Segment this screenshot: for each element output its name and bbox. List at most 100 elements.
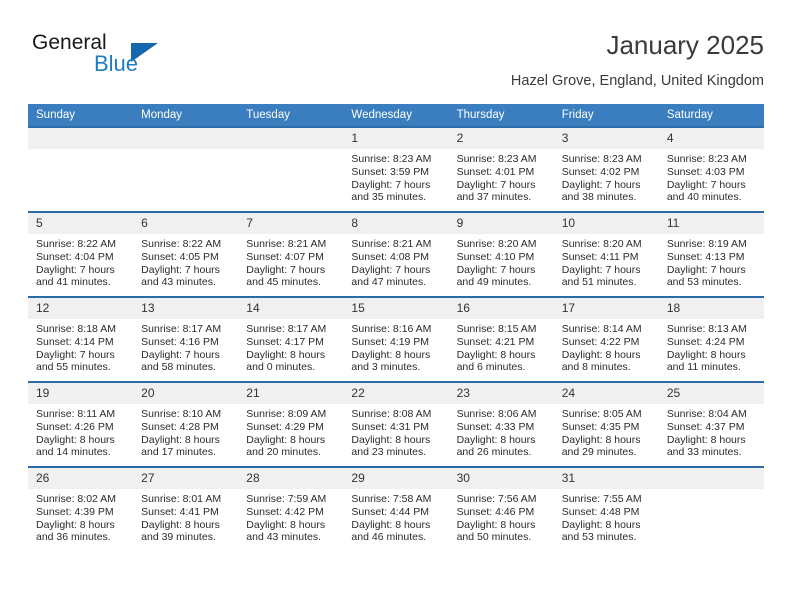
day-info: Sunrise: 8:11 AM Sunset: 4:26 PM Daylight:… bbox=[28, 404, 133, 459]
calendar-day-cell[interactable]: 24 Sunrise: 8:05 AM Sunset: 4:35 PM Dayligh… bbox=[553, 381, 659, 467]
day-info: Sunrise: 8:19 AM Sunset: 4:13 PM Daylight:… bbox=[659, 234, 764, 289]
daylight-text-line1: Daylight: 8 hours bbox=[351, 433, 431, 446]
calendar-day-cell[interactable]: 15 Sunrise: 8:16 AM Sunset: 4:19 PM Dayligh… bbox=[343, 296, 449, 382]
daylight-text-line2: and 46 minutes. bbox=[351, 531, 427, 544]
daylight-text-line2: and 55 minutes. bbox=[36, 361, 111, 374]
daylight-text-line1: Daylight: 8 hours bbox=[246, 433, 326, 446]
calendar-day-cell[interactable]: 29 Sunrise: 7:58 AM Sunset: 4:44 PM Dayligh… bbox=[343, 466, 449, 551]
day-number: 21 bbox=[238, 383, 344, 404]
sunrise-text: Sunrise: 8:06 AM bbox=[456, 408, 537, 420]
daylight-text-line2: and 53 minutes. bbox=[561, 531, 637, 544]
sunset-text: Sunset: 4:39 PM bbox=[36, 505, 114, 518]
daylight-text-line2: and 14 minutes. bbox=[36, 446, 111, 459]
sunset-text: Sunset: 4:33 PM bbox=[456, 420, 535, 433]
calendar-day-cell[interactable]: 28 Sunrise: 7:59 AM Sunset: 4:42 PM Dayligh… bbox=[238, 466, 344, 551]
daylight-text-line2: and 26 minutes. bbox=[456, 446, 532, 459]
calendar-day-cell[interactable]: 17 Sunrise: 8:14 AM Sunset: 4:22 PM Dayligh… bbox=[553, 296, 659, 382]
calendar-page: General Blue January 2025 Hazel Grove, E… bbox=[0, 0, 792, 612]
day-number: 1 bbox=[343, 128, 449, 149]
day-number bbox=[28, 128, 134, 149]
calendar-day-cell-empty bbox=[28, 126, 134, 212]
calendar-day-cell[interactable]: 11 Sunrise: 8:19 AM Sunset: 4:13 PM Dayligh… bbox=[658, 211, 764, 297]
calendar-header-row: Sunday Monday Tuesday Wednesday Thursday… bbox=[28, 104, 764, 127]
day-number: 18 bbox=[658, 298, 764, 319]
day-number: 14 bbox=[238, 298, 344, 319]
sunrise-text: Sunrise: 8:09 AM bbox=[246, 408, 327, 420]
calendar-day-cell[interactable]: 21 Sunrise: 8:09 AM Sunset: 4:29 PM Dayligh… bbox=[238, 381, 344, 467]
daylight-text-line1: Daylight: 8 hours bbox=[666, 433, 746, 446]
day-info: Sunrise: 8:01 AM Sunset: 4:41 PM Daylight:… bbox=[133, 489, 238, 544]
day-number: 27 bbox=[133, 468, 239, 489]
calendar-day-cell[interactable]: 12 Sunrise: 8:18 AM Sunset: 4:14 PM Dayligh… bbox=[28, 296, 134, 382]
day-number: 20 bbox=[133, 383, 239, 404]
day-info: Sunrise: 8:21 AM Sunset: 4:08 PM Daylight:… bbox=[343, 234, 448, 289]
day-info: Sunrise: 8:05 AM Sunset: 4:35 PM Daylight:… bbox=[554, 404, 659, 459]
weekday-header-friday: Friday bbox=[553, 104, 659, 127]
calendar-day-cell[interactable]: 13 Sunrise: 8:17 AM Sunset: 4:16 PM Dayligh… bbox=[133, 296, 239, 382]
day-number: 4 bbox=[658, 128, 764, 149]
calendar-day-cell[interactable]: 22 Sunrise: 8:08 AM Sunset: 4:31 PM Dayligh… bbox=[343, 381, 449, 467]
day-number: 6 bbox=[133, 213, 239, 234]
weekday-header-wednesday: Wednesday bbox=[343, 104, 449, 127]
sunrise-text: Sunrise: 8:01 AM bbox=[141, 493, 222, 505]
sunrise-text: Sunrise: 8:23 AM bbox=[666, 153, 747, 165]
daylight-text-line1: Daylight: 7 hours bbox=[666, 263, 746, 276]
calendar-day-cell[interactable]: 6 Sunrise: 8:22 AM Sunset: 4:05 PM Daylight… bbox=[133, 211, 239, 297]
sunrise-text: Sunrise: 8:10 AM bbox=[141, 408, 222, 420]
calendar-day-cell[interactable]: 30 Sunrise: 7:56 AM Sunset: 4:46 PM Dayligh… bbox=[448, 466, 554, 551]
sunset-text: Sunset: 4:29 PM bbox=[246, 420, 324, 433]
calendar-day-cell[interactable]: 14 Sunrise: 8:17 AM Sunset: 4:17 PM Dayligh… bbox=[238, 296, 344, 382]
daylight-text-line1: Daylight: 8 hours bbox=[456, 348, 536, 361]
day-number: 26 bbox=[28, 468, 134, 489]
day-info: Sunrise: 7:55 AM Sunset: 4:48 PM Daylight:… bbox=[554, 489, 659, 544]
calendar-day-cell[interactable]: 8 Sunrise: 8:21 AM Sunset: 4:08 PM Daylight… bbox=[343, 211, 449, 297]
calendar-day-cell[interactable]: 20 Sunrise: 8:10 AM Sunset: 4:28 PM Dayligh… bbox=[133, 381, 239, 467]
calendar-day-cell[interactable]: 25 Sunrise: 8:04 AM Sunset: 4:37 PM Dayligh… bbox=[658, 381, 764, 467]
calendar-day-cell[interactable]: 5 Sunrise: 8:22 AM Sunset: 4:04 PM Daylight… bbox=[28, 211, 134, 297]
day-number: 7 bbox=[238, 213, 344, 234]
logo-text-blue: Blue bbox=[94, 51, 139, 76]
day-info: Sunrise: 8:08 AM Sunset: 4:31 PM Daylight:… bbox=[343, 404, 448, 459]
sunrise-text: Sunrise: 7:56 AM bbox=[456, 493, 537, 505]
sunset-text: Sunset: 4:37 PM bbox=[666, 420, 745, 433]
calendar-day-cell[interactable]: 10 Sunrise: 8:20 AM Sunset: 4:11 PM Dayligh… bbox=[553, 211, 659, 297]
calendar-day-cell[interactable]: 23 Sunrise: 8:06 AM Sunset: 4:33 PM Dayligh… bbox=[448, 381, 554, 467]
sunset-text: Sunset: 4:04 PM bbox=[36, 250, 114, 263]
day-number: 28 bbox=[238, 468, 344, 489]
daylight-text-line1: Daylight: 7 hours bbox=[141, 348, 220, 361]
calendar-day-cell[interactable]: 27 Sunrise: 8:01 AM Sunset: 4:41 PM Dayligh… bbox=[133, 466, 239, 551]
calendar-day-cell[interactable]: 19 Sunrise: 8:11 AM Sunset: 4:26 PM Dayligh… bbox=[28, 381, 134, 467]
calendar-day-cell[interactable]: 1 Sunrise: 8:23 AM Sunset: 3:59 PM Daylight… bbox=[343, 126, 449, 212]
calendar-day-cell-empty bbox=[133, 126, 239, 212]
day-info: Sunrise: 8:21 AM Sunset: 4:07 PM Daylight:… bbox=[238, 234, 343, 289]
day-info: Sunrise: 8:16 AM Sunset: 4:19 PM Daylight:… bbox=[343, 319, 448, 374]
daylight-text-line1: Daylight: 7 hours bbox=[561, 263, 641, 276]
calendar-day-cell[interactable]: 16 Sunrise: 8:15 AM Sunset: 4:21 PM Dayligh… bbox=[448, 296, 554, 382]
calendar-day-cell[interactable]: 18 Sunrise: 8:13 AM Sunset: 4:24 PM Dayligh… bbox=[658, 296, 764, 382]
daylight-text-line1: Daylight: 8 hours bbox=[666, 348, 746, 361]
sunrise-text: Sunrise: 8:17 AM bbox=[246, 323, 327, 335]
daylight-text-line2: and 17 minutes. bbox=[141, 446, 216, 459]
daylight-text-line1: Daylight: 7 hours bbox=[351, 263, 431, 276]
calendar-day-cell[interactable]: 7 Sunrise: 8:21 AM Sunset: 4:07 PM Daylight… bbox=[238, 211, 344, 297]
sunset-text: Sunset: 4:41 PM bbox=[141, 505, 219, 518]
day-info: Sunrise: 8:06 AM Sunset: 4:33 PM Daylight:… bbox=[449, 404, 554, 459]
calendar-table: Sunday Monday Tuesday Wednesday Thursday… bbox=[28, 104, 764, 551]
sunset-text: Sunset: 4:26 PM bbox=[36, 420, 114, 433]
title-block: January 2025 Hazel Grove, England, Unite… bbox=[244, 28, 764, 92]
calendar-day-cell[interactable]: 9 Sunrise: 8:20 AM Sunset: 4:10 PM Daylight… bbox=[448, 211, 554, 297]
calendar-day-cell[interactable]: 26 Sunrise: 8:02 AM Sunset: 4:39 PM Dayligh… bbox=[28, 466, 134, 551]
sunrise-text: Sunrise: 8:16 AM bbox=[351, 323, 432, 335]
daylight-text-line2: and 41 minutes. bbox=[36, 276, 111, 289]
day-number: 22 bbox=[343, 383, 449, 404]
calendar-day-cell[interactable]: 2 Sunrise: 8:23 AM Sunset: 4:01 PM Daylight… bbox=[448, 126, 554, 212]
calendar-day-cell[interactable]: 4 Sunrise: 8:23 AM Sunset: 4:03 PM Daylight… bbox=[658, 126, 764, 212]
daylight-text-line2: and 50 minutes. bbox=[456, 531, 532, 544]
daylight-text-line1: Daylight: 8 hours bbox=[141, 433, 220, 446]
daylight-text-line2: and 3 minutes. bbox=[351, 361, 421, 374]
page-title: January 2025 bbox=[606, 30, 764, 60]
daylight-text-line2: and 23 minutes. bbox=[351, 446, 427, 459]
calendar-day-cell[interactable]: 3 Sunrise: 8:23 AM Sunset: 4:02 PM Daylight… bbox=[553, 126, 659, 212]
calendar-day-cell[interactable]: 31 Sunrise: 7:55 AM Sunset: 4:48 PM Dayligh… bbox=[553, 466, 659, 551]
sunset-text: Sunset: 4:10 PM bbox=[456, 250, 535, 263]
